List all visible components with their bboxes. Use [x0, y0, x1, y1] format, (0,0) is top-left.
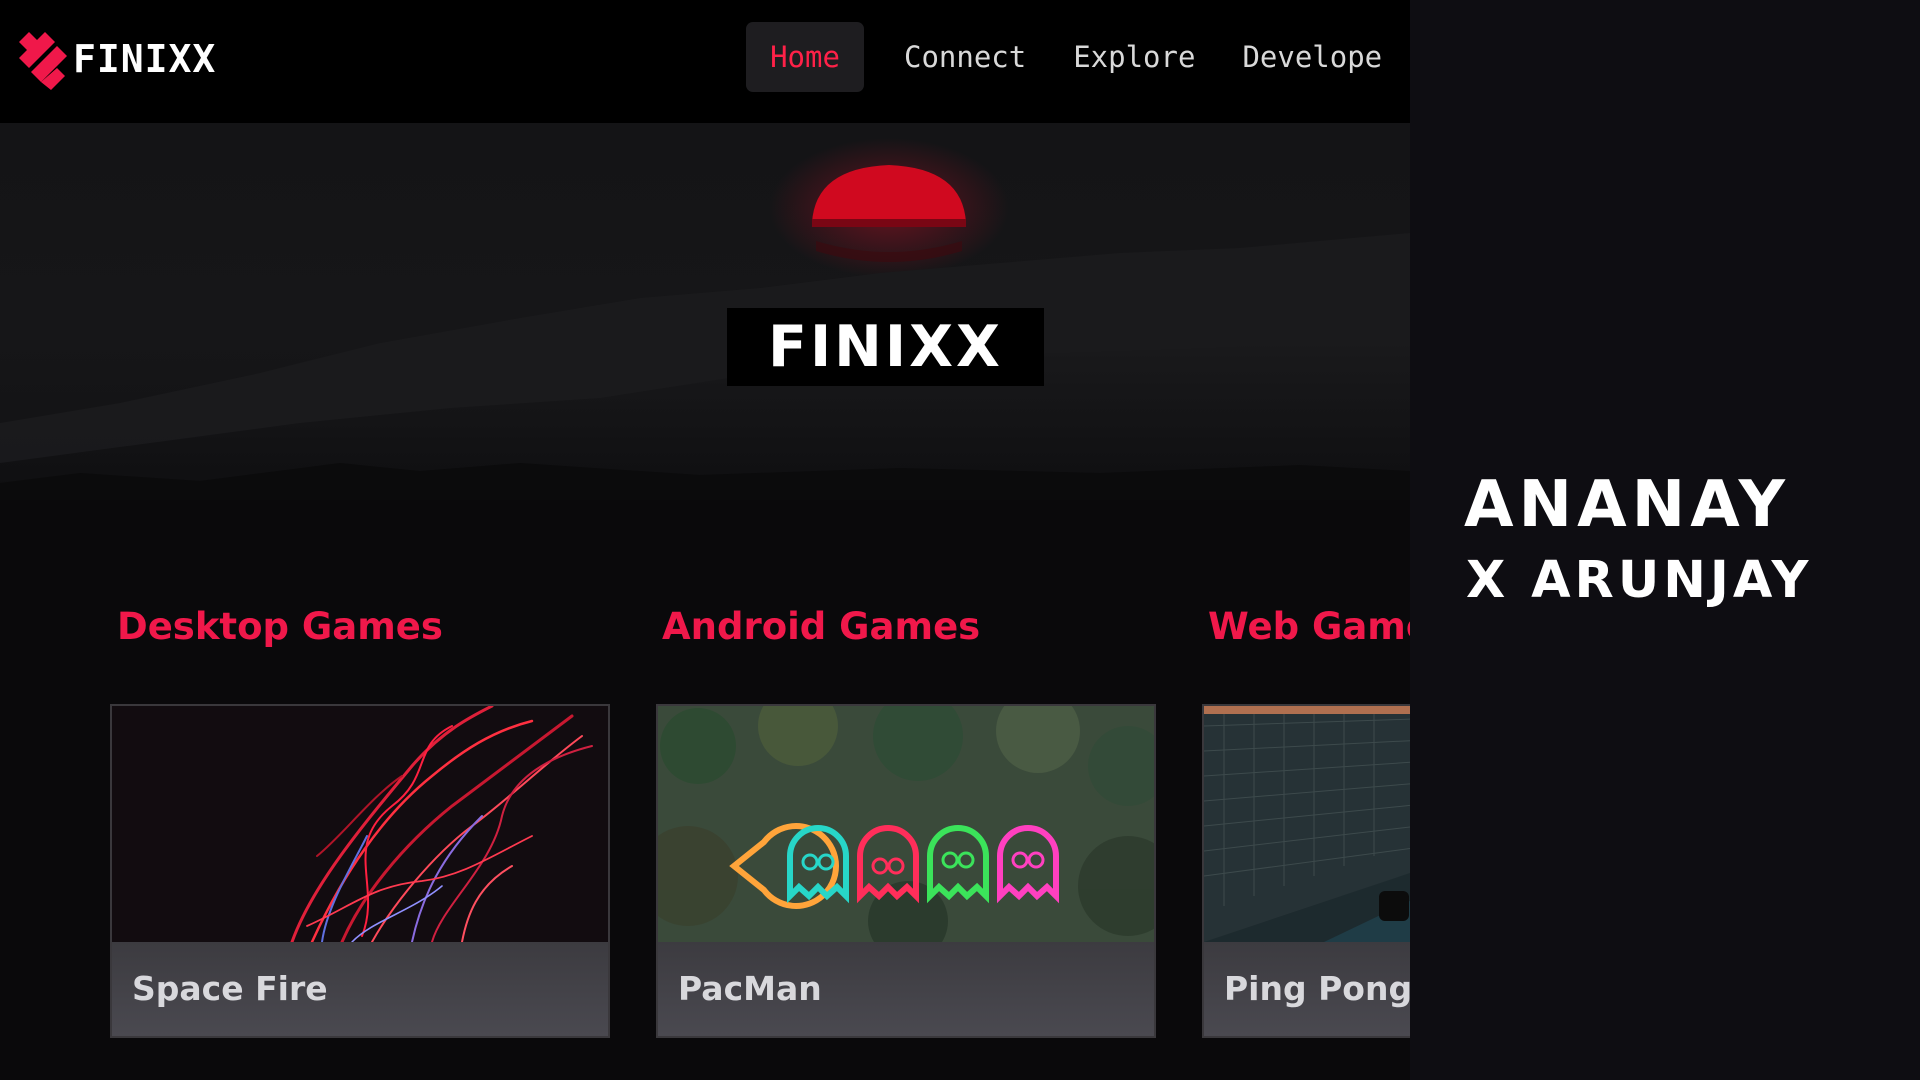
sunset-mountains-image — [0, 138, 1410, 500]
game-title-space-fire: Space Fire — [112, 942, 608, 1036]
logo[interactable]: FINIXX — [17, 28, 216, 90]
ping-pong-thumbnail — [1204, 706, 1410, 942]
game-title-pacman: PacMan — [658, 942, 1154, 1036]
nav-developers[interactable]: Develope — [1242, 22, 1382, 92]
nav-home[interactable]: Home — [746, 22, 864, 92]
nav-connect[interactable]: Connect — [904, 22, 1026, 92]
game-title-ping-pong: Ping Pong — [1204, 942, 1410, 1036]
category-desktop-games[interactable]: Desktop Games — [117, 605, 443, 648]
category-web-games[interactable]: Web Game — [1208, 605, 1410, 648]
game-card-pacman[interactable]: PacMan — [656, 704, 1156, 1038]
brand-name-line-2: X ARUNJAY — [1466, 551, 1813, 610]
category-android-games[interactable]: Android Games — [662, 605, 980, 648]
game-card-space-fire[interactable]: Space Fire — [110, 704, 610, 1038]
finixx-logo-icon — [19, 32, 67, 90]
pacman-thumbnail — [658, 706, 1154, 942]
nav-links: Home Connect Explore Develope — [746, 22, 1382, 92]
space-fire-thumbnail — [112, 706, 608, 942]
brand-name-line-1: ANANAY — [1464, 468, 1790, 542]
hero-banner: FINIXX — [0, 123, 1410, 500]
navbar: FINIXX Home Connect Explore Develope — [0, 0, 1410, 123]
brand-pane: ANANAY X ARUNJAY — [1410, 0, 1920, 1080]
hero-title: FINIXX — [727, 308, 1044, 386]
website-pane: FINIXX Home Connect Explore Develope FIN… — [0, 0, 1410, 1080]
nav-explore[interactable]: Explore — [1073, 22, 1195, 92]
logo-text: FINIXX — [73, 37, 217, 81]
game-card-ping-pong[interactable]: Ping Pong — [1202, 704, 1410, 1038]
